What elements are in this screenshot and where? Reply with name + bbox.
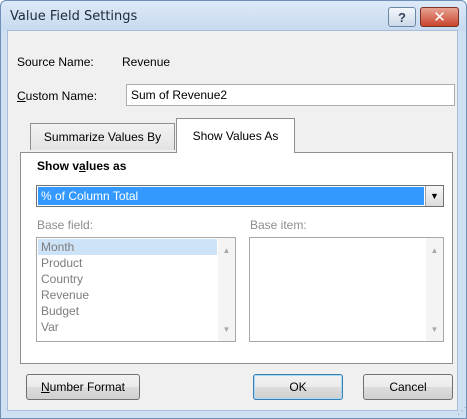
scroll-down-icon[interactable]: ▼	[426, 321, 443, 337]
heading-part-2: lues as	[85, 159, 127, 173]
help-button[interactable]: ?	[388, 7, 416, 27]
source-name-label: Source Name:	[17, 55, 94, 69]
show-values-as-dropdown[interactable]: % of Column Total ▼	[36, 185, 444, 207]
base-field-listbox[interactable]: Month Product Country Revenue Budget Var…	[36, 237, 236, 342]
base-field-item-country[interactable]: Country	[38, 271, 217, 287]
base-field-item-var[interactable]: Var	[38, 319, 217, 335]
dialog-title: Value Field Settings	[10, 9, 138, 24]
scroll-up-icon[interactable]: ▲	[426, 242, 443, 258]
show-values-as-heading: Show values as	[37, 159, 126, 173]
chevron-down-icon: ▼	[430, 191, 439, 201]
close-button[interactable]: ✕	[420, 7, 459, 27]
custom-name-input[interactable]: Sum of Revenue2	[126, 84, 455, 106]
base-field-scrollbar[interactable]: ▲ ▼	[218, 238, 235, 341]
scroll-up-icon[interactable]: ▲	[218, 242, 235, 258]
base-field-item-budget[interactable]: Budget	[38, 303, 217, 319]
tab-show-values-as[interactable]: Show Values As	[176, 118, 295, 153]
title-bar[interactable]: Value Field Settings ? ✕	[1, 1, 466, 31]
number-format-mnemonic: N	[40, 380, 50, 394]
help-icon: ?	[398, 9, 406, 25]
base-field-item-revenue[interactable]: Revenue	[38, 287, 217, 303]
base-item-listbox[interactable]: ▲ ▼	[249, 237, 444, 342]
close-icon: ✕	[433, 9, 446, 26]
base-item-scrollbar[interactable]: ▲ ▼	[426, 238, 443, 341]
custom-name-mnemonic: C	[17, 89, 26, 103]
base-item-label: Base item:	[250, 218, 307, 232]
base-field-item-product[interactable]: Product	[38, 255, 217, 271]
custom-name-label: Custom Name:	[17, 89, 97, 103]
tab-summarize-values-by[interactable]: Summarize Values By	[30, 123, 175, 150]
source-name-value: Revenue	[122, 55, 171, 69]
dropdown-selected-value: % of Column Total	[38, 187, 424, 205]
base-field-label: Base field:	[37, 218, 94, 232]
custom-name-label-rest: ustom Name:	[25, 89, 98, 103]
resize-grip-icon[interactable]: ⋰	[457, 406, 467, 417]
cancel-button[interactable]: Cancel	[363, 374, 453, 400]
scroll-down-icon[interactable]: ▼	[218, 321, 235, 337]
dropdown-arrow-button[interactable]: ▼	[425, 186, 443, 206]
heading-part-1: Show v	[37, 159, 80, 173]
heading-mnemonic: a	[79, 159, 86, 173]
number-format-button[interactable]: Number Format	[26, 374, 140, 400]
number-format-label: umber Format	[49, 380, 126, 394]
base-field-item-month[interactable]: Month	[38, 239, 217, 255]
ok-button[interactable]: OK	[253, 374, 343, 400]
